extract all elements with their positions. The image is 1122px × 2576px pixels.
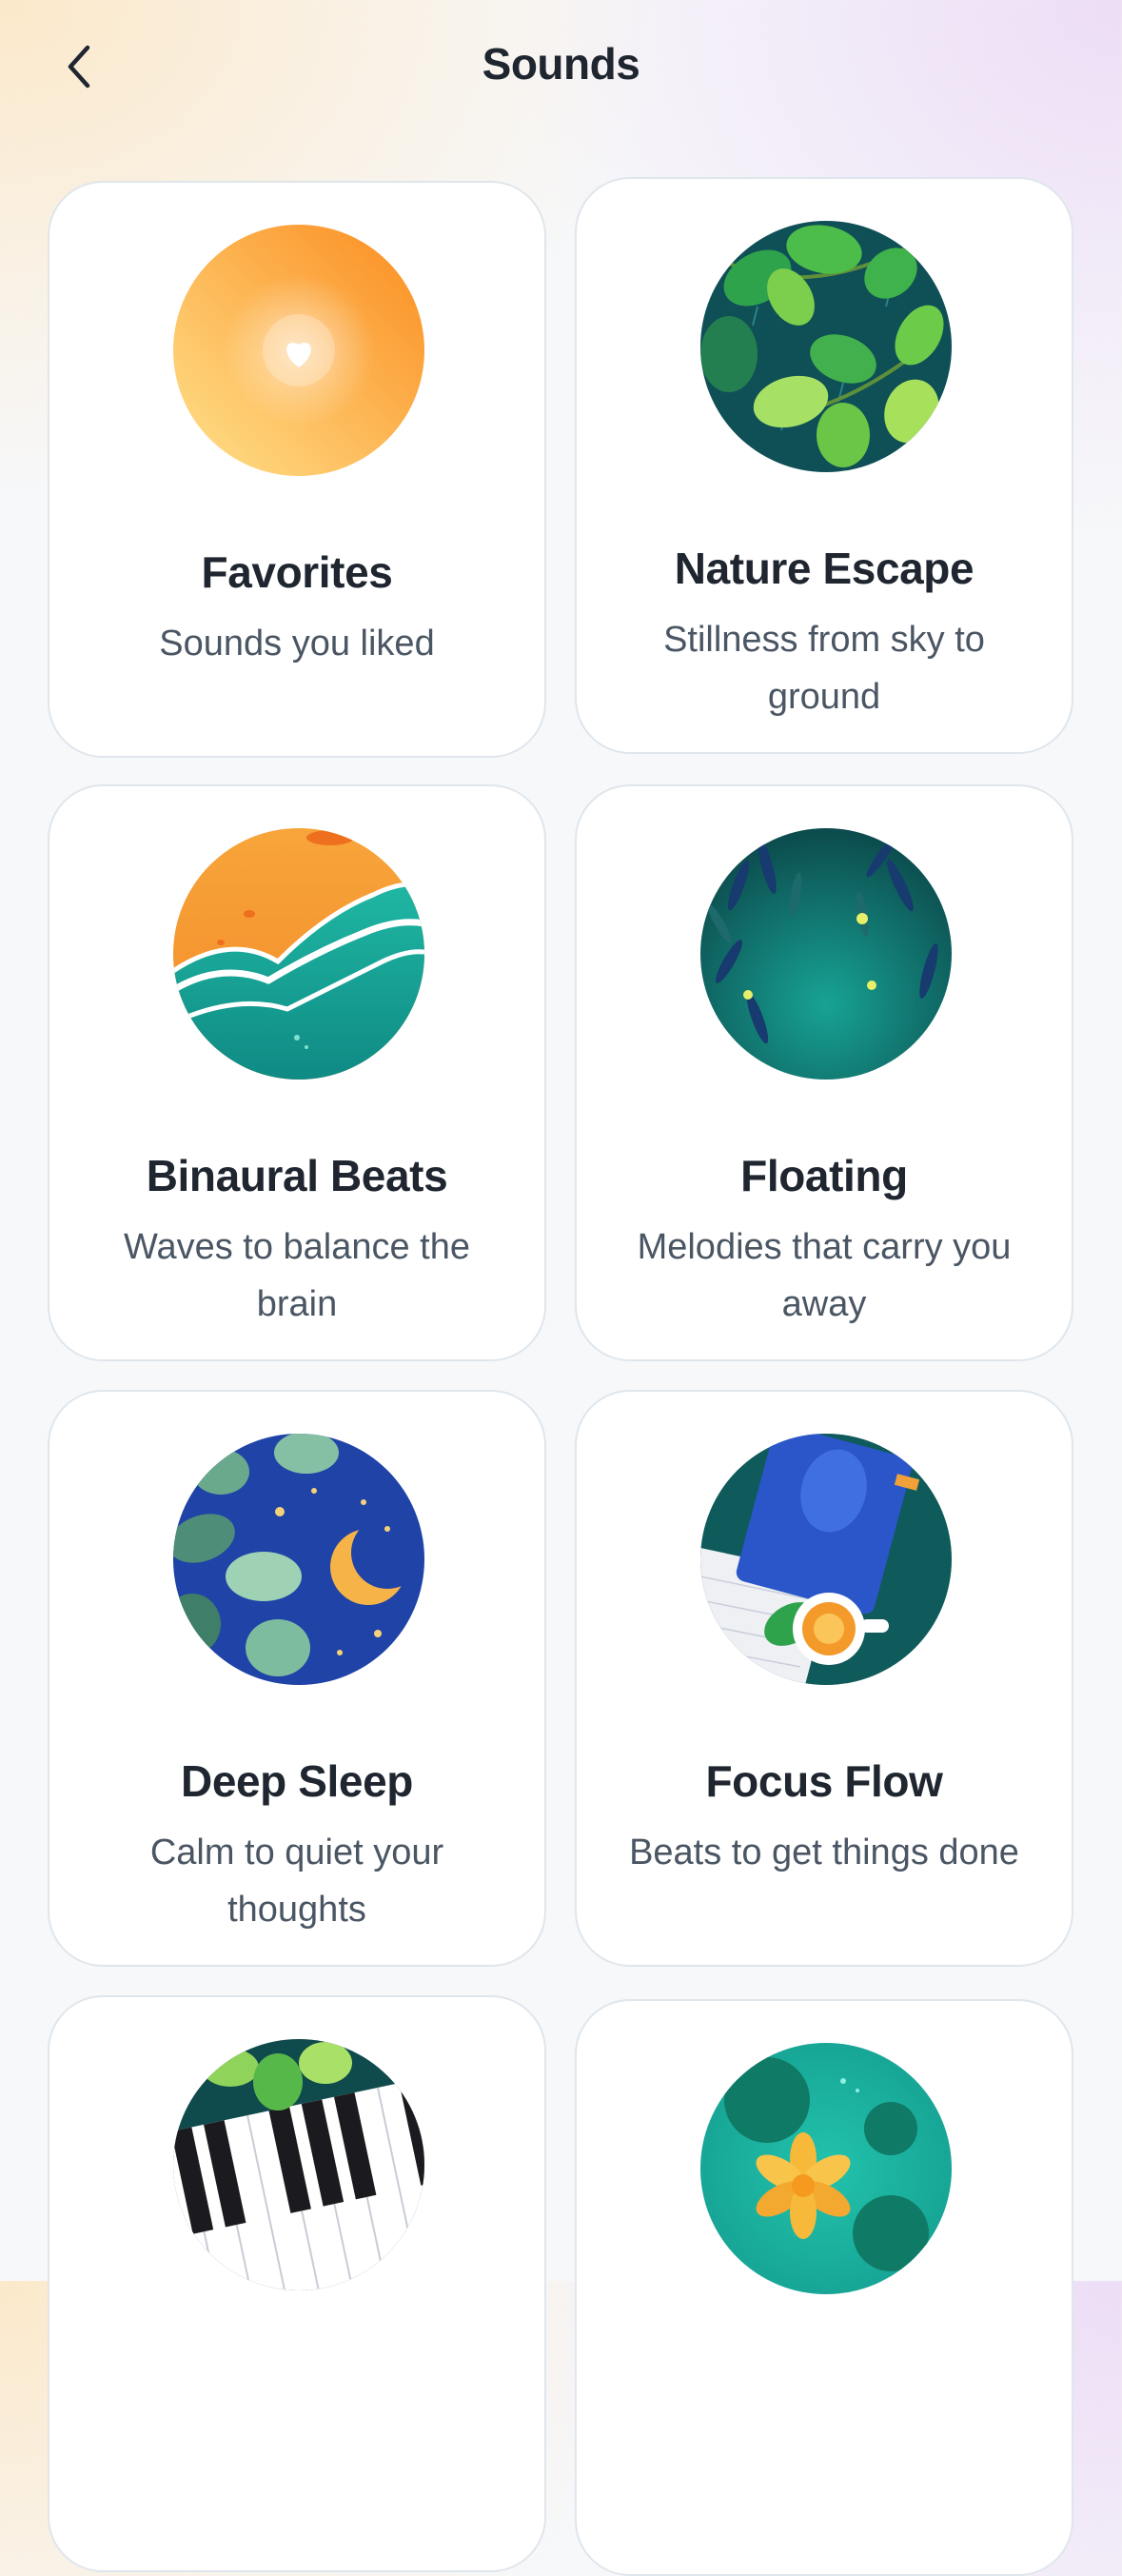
card-title: Deep Sleep xyxy=(181,1756,413,1806)
heart-orb-art xyxy=(173,225,424,476)
card-subtitle: Waves to balance the brain xyxy=(123,1227,471,1324)
book-tea-art xyxy=(700,1434,952,1685)
piano-art xyxy=(173,2039,424,2290)
top-bar: Sounds xyxy=(0,0,1122,138)
card-piano[interactable] xyxy=(48,1995,546,2572)
card-subtitle: Sounds you liked xyxy=(159,624,435,664)
card-subtitle: Calm to quiet your thoughts xyxy=(149,1833,444,1930)
card-title: Focus Flow xyxy=(705,1756,943,1806)
page-title: Sounds xyxy=(482,39,640,89)
card-subtitle: Stillness from sky to ground xyxy=(663,620,985,717)
card-subtitle: Beats to get things done xyxy=(629,1833,1019,1873)
card-focus-flow[interactable]: Focus Flow Beats to get things done xyxy=(575,1390,1073,1967)
card-nature-escape[interactable]: Nature Escape Stillness from sky to grou… xyxy=(575,177,1073,754)
card-floating[interactable]: Floating Melodies that carry you away xyxy=(575,784,1073,1361)
card-title: Floating xyxy=(740,1151,908,1200)
card-binaural-beats[interactable]: Binaural Beats Waves to balance the brai… xyxy=(48,784,546,1361)
card-deep-sleep[interactable]: Deep Sleep Calm to quiet your thoughts xyxy=(48,1390,546,1967)
card-title: Nature Escape xyxy=(674,544,974,593)
willow-fireflies-art xyxy=(700,828,952,1080)
waves-art xyxy=(173,828,424,1080)
lotus-pond-art xyxy=(700,2043,952,2294)
moon-leaves-art xyxy=(173,1434,424,1685)
card-favorites[interactable]: Favorites Sounds you liked xyxy=(48,181,546,758)
card-subtitle: Melodies that carry you away xyxy=(637,1227,1012,1324)
card-lotus-pond[interactable] xyxy=(575,1999,1073,2576)
card-title: Binaural Beats xyxy=(146,1151,448,1200)
leaves-art xyxy=(700,221,952,472)
card-title: Favorites xyxy=(201,547,393,597)
